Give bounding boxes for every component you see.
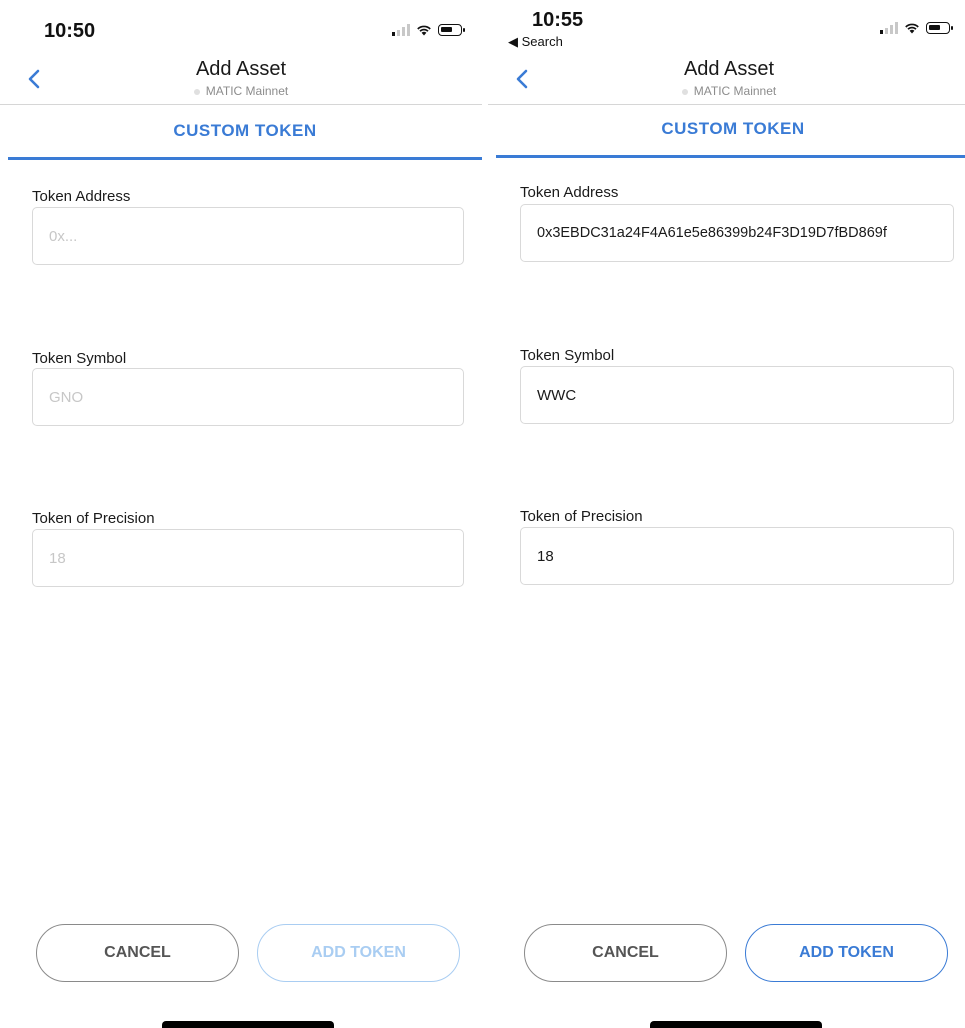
status-bar: 10:50 — [0, 0, 482, 50]
tab-label: CUSTOM TOKEN — [173, 121, 317, 140]
cancel-button[interactable]: CANCEL — [524, 924, 727, 982]
token-address-input[interactable] — [520, 204, 954, 262]
token-symbol-label: Token Symbol — [32, 350, 127, 367]
wifi-icon — [417, 25, 431, 36]
status-icons — [392, 22, 465, 38]
network-dot-icon — [681, 88, 688, 95]
token-address-input[interactable] — [32, 207, 464, 265]
status-time: 10:50 — [44, 20, 96, 42]
token-symbol-label: Token Symbol — [520, 347, 615, 364]
battery-icon — [926, 22, 953, 34]
token-symbol-input[interactable] — [32, 368, 464, 426]
screen-empty-form: 10:50 Add Asset MATIC Mainnet CUSTOM TOK… — [0, 0, 482, 1028]
status-bar: 10:55 ◀ Search — [488, 0, 965, 50]
token-address-label: Token Address — [32, 188, 131, 205]
token-symbol-input[interactable] — [520, 366, 954, 424]
tab-label: CUSTOM TOKEN — [661, 119, 805, 138]
cancel-button[interactable]: CANCEL — [36, 924, 239, 982]
network-name: MATIC Mainnet — [693, 84, 777, 98]
page-title: Add Asset — [195, 58, 287, 80]
network-indicator: MATIC Mainnet — [0, 84, 482, 98]
battery-icon — [438, 24, 465, 36]
network-indicator: MATIC Mainnet — [488, 84, 965, 98]
home-indicator — [650, 1021, 822, 1028]
page-title: Add Asset — [683, 58, 775, 80]
add-token-button[interactable]: ADD TOKEN — [257, 924, 460, 982]
token-precision-input[interactable] — [32, 529, 464, 587]
tab-custom-token[interactable]: CUSTOM TOKEN — [8, 105, 482, 160]
token-precision-input[interactable] — [520, 527, 954, 585]
screen-filled-form: 10:55 ◀ Search Add Asset MATIC Mainnet C… — [488, 0, 965, 1028]
token-precision-label: Token of Precision — [520, 508, 643, 525]
tab-custom-token[interactable]: CUSTOM TOKEN — [496, 103, 965, 158]
token-address-label: Token Address — [520, 184, 619, 201]
network-name: MATIC Mainnet — [205, 84, 289, 98]
add-token-button[interactable]: ADD TOKEN — [745, 924, 948, 982]
token-precision-label: Token of Precision — [32, 510, 155, 527]
nav-header: Add Asset MATIC Mainnet — [0, 54, 482, 105]
back-to-app-link[interactable]: ◀ Search — [508, 34, 563, 50]
network-dot-icon — [193, 88, 200, 95]
status-time: 10:55 — [532, 9, 584, 31]
cellular-signal-icon — [392, 24, 410, 36]
nav-header: Add Asset MATIC Mainnet — [488, 54, 965, 105]
status-icons — [880, 20, 953, 36]
cellular-signal-icon — [880, 22, 898, 34]
home-indicator — [162, 1021, 334, 1028]
wifi-icon — [905, 23, 919, 34]
